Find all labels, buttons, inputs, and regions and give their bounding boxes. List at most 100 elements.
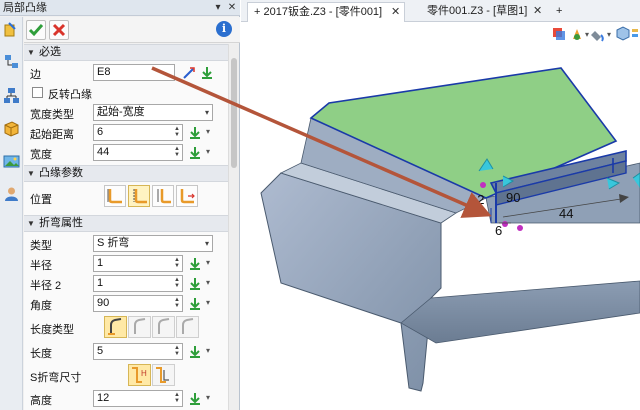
green-down-arrow-icon[interactable] bbox=[199, 65, 215, 81]
section-bend-props[interactable]: ▼ 折弯属性 bbox=[24, 215, 228, 232]
length-type-option-4[interactable] bbox=[176, 316, 199, 338]
s-bend-size-option-2[interactable] bbox=[152, 364, 175, 386]
width-type-select[interactable]: 起始-宽度 ▾ bbox=[93, 104, 213, 121]
new-tab-button[interactable]: + bbox=[553, 2, 569, 22]
type-label: 类型 bbox=[30, 240, 52, 252]
dim-start-distance-text[interactable]: 6 bbox=[495, 223, 502, 238]
length-field[interactable]: 5 ▲ ▼ bbox=[93, 343, 183, 360]
spinner-icon[interactable]: ▲ ▼ bbox=[173, 345, 181, 358]
section-required[interactable]: ▼ 必选 bbox=[24, 44, 228, 61]
angle-field[interactable]: 90 ▲ ▼ bbox=[93, 295, 183, 312]
reverse-row: 反转凸缘 bbox=[24, 83, 228, 103]
green-down-arrow-icon[interactable] bbox=[187, 125, 203, 141]
more-arrow-icon[interactable]: ▾ bbox=[206, 278, 210, 287]
history-tree-icon[interactable] bbox=[3, 87, 20, 104]
3d-viewport[interactable]: ▾ ▾ 12 90 44 6 bbox=[241, 23, 640, 410]
spinner-icon[interactable]: ▲ ▼ bbox=[173, 392, 181, 405]
length-type-option-1[interactable] bbox=[104, 316, 127, 338]
pin-icon[interactable]: ▾ bbox=[212, 2, 224, 14]
sheet-metal-model: 12 90 44 6 bbox=[260, 67, 640, 392]
length-type-option-3[interactable] bbox=[152, 316, 175, 338]
position-option-2[interactable] bbox=[128, 185, 150, 207]
dimension-grip[interactable] bbox=[502, 221, 508, 227]
dim-width-text[interactable]: 44 bbox=[559, 206, 573, 221]
tree-icon[interactable] bbox=[3, 53, 20, 70]
image-view-icon[interactable] bbox=[3, 153, 20, 170]
radius-field[interactable]: 1 ▲ ▼ bbox=[93, 255, 183, 272]
start-distance-field[interactable]: 6 ▲ ▼ bbox=[93, 124, 183, 141]
more-arrow-icon[interactable]: ▾ bbox=[206, 346, 210, 355]
spinner-icon[interactable]: ▲ ▼ bbox=[173, 126, 181, 139]
edge-field[interactable]: E8 bbox=[93, 64, 175, 81]
green-down-arrow-icon[interactable] bbox=[187, 296, 203, 312]
panel-title: 局部凸缘 bbox=[3, 2, 47, 14]
tab-label: 2017钣金.Z3 - [零件001] bbox=[263, 6, 383, 18]
info-icon[interactable]: i bbox=[216, 21, 232, 37]
dimension-grip[interactable] bbox=[517, 225, 523, 231]
more-arrow-icon[interactable]: ▾ bbox=[206, 298, 210, 307]
form-scrollbar[interactable] bbox=[228, 44, 239, 410]
green-down-arrow-icon[interactable] bbox=[187, 256, 203, 272]
tab-close-icon[interactable]: ✕ bbox=[533, 2, 542, 21]
edge-label: 边 bbox=[30, 69, 41, 81]
spinner-icon[interactable]: ▲ ▼ bbox=[173, 146, 181, 159]
green-down-arrow-icon[interactable] bbox=[187, 276, 203, 292]
document-tabbar: + 2017钣金.Z3 - [零件001] ✕ 零件001.Z3 - [草图1]… bbox=[241, 0, 640, 22]
edge-row: 边 E8 bbox=[24, 63, 228, 83]
panel-close-icon[interactable]: ✕ bbox=[226, 2, 238, 14]
position-option-3[interactable] bbox=[152, 185, 174, 207]
user-icon[interactable] bbox=[3, 185, 20, 202]
position-option-1[interactable] bbox=[104, 185, 126, 207]
tab-label: 零件001.Z3 - [草图1] bbox=[427, 5, 528, 17]
bend-type-select[interactable]: S 折弯 ▾ bbox=[93, 235, 213, 252]
left-icon-strip bbox=[0, 17, 23, 410]
flange-form: ▼ 必选 边 E8 反转凸缘 宽度类型 起始-宽度 ▾ 起始距离 6 ▲ ▼ ▾ 宽度 … bbox=[24, 44, 228, 410]
s-bend-size-row: S折弯尺寸 H bbox=[24, 364, 228, 388]
length-type-label: 长度类型 bbox=[30, 324, 74, 336]
green-down-arrow-icon[interactable] bbox=[187, 344, 203, 360]
s-bend-size-option-1[interactable]: H bbox=[128, 364, 151, 386]
section-flange-params[interactable]: ▼ 凸缘参数 bbox=[24, 165, 228, 182]
tab-sketch-document[interactable]: 零件001.Z3 - [草图1] ✕ bbox=[421, 2, 549, 22]
start-distance-row: 起始距离 6 ▲ ▼ ▾ bbox=[24, 123, 228, 143]
cancel-button[interactable] bbox=[49, 20, 69, 40]
spinner-icon[interactable]: ▲ ▼ bbox=[173, 297, 181, 310]
position-option-4[interactable] bbox=[176, 185, 198, 207]
dim-height-text[interactable]: 12 bbox=[470, 192, 484, 207]
length-type-icon bbox=[134, 318, 146, 334]
s-bend-size-icon: H bbox=[132, 367, 147, 383]
length-type-option-2[interactable] bbox=[128, 316, 151, 338]
dim-angle-text[interactable]: 90 bbox=[506, 190, 520, 205]
part-box-icon[interactable] bbox=[3, 120, 20, 137]
feature-tool-icon[interactable] bbox=[3, 21, 20, 38]
spinner-icon[interactable]: ▲ ▼ bbox=[173, 257, 181, 270]
height-row: 高度 12 ▲ ▼ ▾ bbox=[24, 389, 228, 409]
more-arrow-icon[interactable]: ▾ bbox=[206, 147, 210, 156]
pick-edge-icon[interactable] bbox=[181, 65, 197, 81]
start-distance-label: 起始距离 bbox=[30, 129, 74, 141]
reverse-flange-checkbox[interactable] bbox=[32, 87, 43, 98]
bend-position-icon bbox=[133, 189, 147, 204]
more-arrow-icon[interactable]: ▾ bbox=[206, 393, 210, 402]
more-arrow-icon[interactable]: ▾ bbox=[206, 258, 210, 267]
width-row: 宽度 44 ▲ ▼ ▾ bbox=[24, 143, 228, 163]
scrollbar-thumb[interactable] bbox=[231, 58, 237, 168]
radius2-label: 半径 2 bbox=[30, 280, 62, 292]
s-bend-size-icon bbox=[156, 367, 169, 383]
width-field[interactable]: 44 ▲ ▼ bbox=[93, 144, 183, 161]
radius2-row: 半径 2 1 ▲ ▼ ▾ bbox=[24, 274, 228, 294]
more-arrow-icon[interactable]: ▾ bbox=[206, 127, 210, 136]
collapse-triangle-icon: ▼ bbox=[27, 48, 35, 57]
spinner-icon[interactable]: ▲ ▼ bbox=[173, 277, 181, 290]
type-row: 类型 S 折弯 ▾ bbox=[24, 234, 228, 254]
tab-part-document[interactable]: + 2017钣金.Z3 - [零件001] ✕ bbox=[247, 2, 405, 22]
green-down-arrow-icon[interactable] bbox=[187, 391, 203, 407]
green-down-arrow-icon[interactable] bbox=[187, 145, 203, 161]
confirm-button[interactable] bbox=[26, 20, 46, 40]
radius2-field[interactable]: 1 ▲ ▼ bbox=[93, 275, 183, 292]
height-field[interactable]: 12 ▲ ▼ bbox=[93, 390, 183, 407]
width-type-label: 宽度类型 bbox=[30, 109, 74, 121]
dimension-grip[interactable] bbox=[480, 182, 486, 188]
angle-row: 角度 90 ▲ ▼ ▾ bbox=[24, 294, 228, 314]
tab-close-icon[interactable]: ✕ bbox=[391, 3, 400, 22]
